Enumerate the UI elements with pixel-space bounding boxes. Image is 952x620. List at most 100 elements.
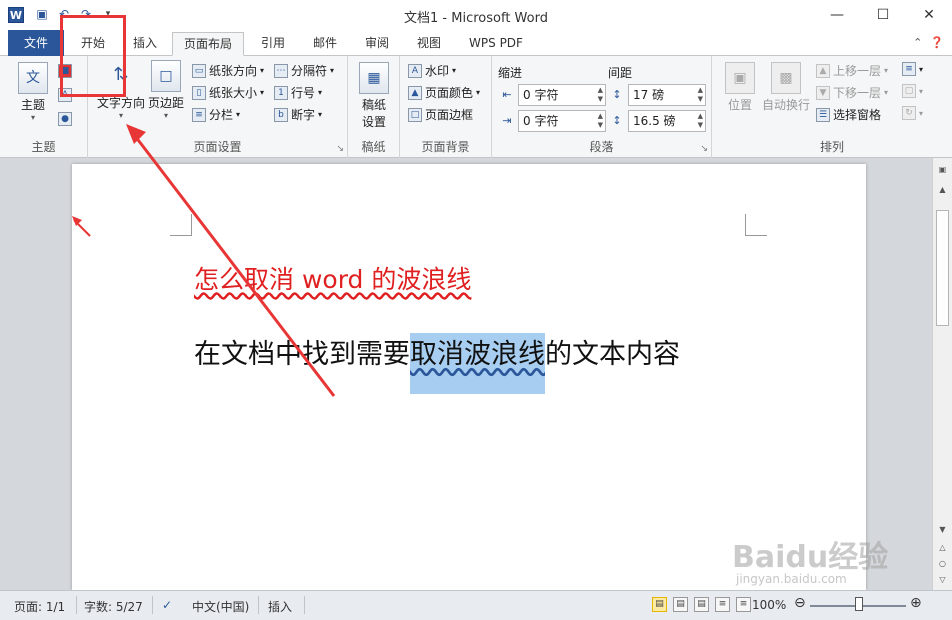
chevron-down-icon: ▾: [919, 64, 924, 74]
spacing-before-spinner[interactable]: 17 磅 ▲ ▼: [628, 84, 706, 106]
ribbon: 文 主题 ▾ ■ A ● 主题 ⇅ 文字方向 ▾ □ 页边距 ▾ ▭ 纸张方向 ▾ …: [0, 56, 952, 158]
vertical-scrollbar[interactable]: ▣ ▲ ▼ △ ○ ▽: [932, 158, 952, 590]
orientation-button[interactable]: ▭ 纸张方向 ▾: [192, 62, 264, 79]
document-paragraph[interactable]: 在文档中找到需要取消波浪线的文本内容: [194, 332, 680, 394]
page-borders-icon: □: [408, 107, 422, 122]
next-page-icon[interactable]: ▽: [936, 574, 949, 586]
indent-left-spinner[interactable]: 0 字符 ▲ ▼: [518, 84, 606, 106]
align-icon: ≡: [902, 62, 916, 76]
columns-button[interactable]: ≡ 分栏 ▾: [192, 106, 240, 123]
scroll-down-icon[interactable]: ▼: [936, 524, 949, 536]
outline-view-icon[interactable]: ≡: [715, 597, 730, 612]
scrollbar-thumb[interactable]: [936, 210, 949, 326]
minimize-icon[interactable]: —: [814, 0, 860, 30]
group-arrange: ▣ 位置 ▩ 自动换行 ▲ 上移一层 ▾ ▼ 下移一层 ▾ ☰ 选择窗格 ≡ ▾ ▢ ▾ ↻ ▾…: [712, 56, 952, 158]
browse-object-icon[interactable]: ○: [936, 558, 949, 570]
web-layout-view-icon[interactable]: ▤: [694, 597, 709, 612]
align-button[interactable]: ≡ ▾: [902, 62, 923, 76]
close-icon[interactable]: ✕: [906, 0, 952, 30]
tab-wps-pdf[interactable]: WPS PDF: [458, 32, 534, 56]
dialog-launcher-icon[interactable]: ↘: [700, 144, 708, 154]
tab-insert[interactable]: 插入: [122, 32, 168, 56]
chevron-down-icon: ▾: [318, 88, 323, 97]
watermark-brand-text: Baidu经验: [732, 540, 889, 575]
chevron-down-icon: ▾: [919, 86, 924, 96]
page-count[interactable]: 页面: 1/1: [14, 598, 65, 615]
group-objects-button[interactable]: ▢ ▾: [902, 84, 923, 98]
scroll-up-icon[interactable]: ▲: [936, 184, 949, 196]
themes-button[interactable]: 文 主题 ▾: [12, 62, 54, 122]
indent-left-icon: ⇤: [502, 88, 512, 101]
rotate-button[interactable]: ↻ ▾: [902, 106, 923, 120]
help-icon[interactable]: ❓: [930, 36, 944, 49]
manuscript-settings-button[interactable]: ▦ 稿纸 设置: [356, 62, 392, 130]
spinner-arrows-icon[interactable]: ▲ ▼: [698, 86, 703, 104]
group-page-background: A 水印 ▾ ▲ 页面颜色 ▾ □ 页面边框 页面背景: [400, 56, 492, 158]
breaks-button[interactable]: ⋯ 分隔符 ▾: [274, 62, 334, 79]
spinner-arrows-icon[interactable]: ▲ ▼: [598, 112, 603, 130]
page-color-button[interactable]: ▲ 页面颜色 ▾: [408, 84, 480, 101]
position-label: 位置: [727, 98, 752, 112]
tab-review[interactable]: 审阅: [354, 32, 400, 56]
zoom-out-icon[interactable]: ⊖: [794, 595, 806, 611]
breaks-icon: ⋯: [274, 63, 288, 78]
bring-forward-button[interactable]: ▲ 上移一层 ▾: [816, 62, 888, 79]
selection-pane-button[interactable]: ☰ 选择窗格: [816, 106, 881, 123]
status-divider: [304, 596, 305, 614]
dialog-launcher-icon[interactable]: ↘: [336, 144, 344, 154]
reading-view-icon[interactable]: ▤: [673, 597, 688, 612]
chevron-down-icon: ▾: [919, 108, 924, 118]
language-indicator[interactable]: 中文(中国): [192, 598, 249, 615]
proofing-icon[interactable]: ✓: [162, 598, 172, 612]
insert-mode[interactable]: 插入: [268, 598, 292, 615]
spinner-arrows-icon[interactable]: ▲ ▼: [698, 112, 703, 130]
send-backward-icon: ▼: [816, 85, 830, 100]
text-direction-icon: ⇅: [113, 64, 129, 85]
send-backward-label: 下移一层: [833, 86, 882, 100]
tab-file[interactable]: 文件: [8, 30, 64, 56]
line-numbers-button[interactable]: 1 行号 ▾: [274, 84, 322, 101]
margins-button[interactable]: □ 页边距 ▾: [146, 60, 186, 120]
chevron-down-icon: ▾: [330, 66, 335, 75]
size-button[interactable]: ▯ 纸张大小 ▾: [192, 84, 264, 101]
watermark-button[interactable]: A 水印 ▾: [408, 62, 456, 79]
hyphenation-button[interactable]: b 断字 ▾: [274, 106, 322, 123]
page-borders-button[interactable]: □ 页面边框: [408, 106, 473, 123]
spinner-arrows-icon[interactable]: ▲ ▼: [598, 86, 603, 104]
tab-mailings[interactable]: 邮件: [302, 32, 348, 56]
send-backward-button[interactable]: ▼ 下移一层 ▾: [816, 84, 888, 101]
zoom-in-icon[interactable]: ⊕: [910, 595, 922, 611]
maximize-icon[interactable]: ☐: [860, 0, 906, 30]
previous-page-icon[interactable]: △: [936, 542, 949, 554]
tab-references[interactable]: 引用: [250, 32, 296, 56]
tab-view[interactable]: 视图: [406, 32, 452, 56]
word-count[interactable]: 字数: 5/27: [84, 598, 143, 615]
ribbon-right-controls: ⌃ ❓: [913, 36, 944, 49]
view-switcher: ▤ ▤ ▤ ≡ ≡: [652, 597, 751, 612]
spacing-after-spinner[interactable]: 16.5 磅 ▲ ▼: [628, 110, 706, 132]
chevron-down-icon: ▾: [476, 88, 481, 97]
zoom-slider-thumb[interactable]: [855, 597, 863, 611]
theme-colors-button[interactable]: ■: [58, 64, 72, 78]
theme-effects-button[interactable]: ●: [58, 112, 72, 126]
indent-right-spinner[interactable]: 0 字符 ▲ ▼: [518, 110, 606, 132]
tab-home[interactable]: 开始: [70, 32, 116, 56]
margin-corner-mark: [745, 214, 767, 236]
document-page[interactable]: 怎么取消 word 的波浪线 在文档中找到需要取消波浪线的文本内容: [72, 164, 866, 590]
text-direction-button[interactable]: ⇅ 文字方向 ▾: [94, 60, 148, 120]
wrap-text-button[interactable]: ▩ 自动换行: [760, 62, 812, 113]
paragraph-text-after: 的文本内容: [545, 339, 680, 370]
collapse-ribbon-icon[interactable]: ⌃: [913, 36, 922, 49]
breaks-label: 分隔符: [291, 64, 328, 78]
zoom-level[interactable]: 100%: [752, 598, 786, 612]
selected-text[interactable]: 取消波浪线: [410, 333, 545, 394]
tab-page-layout[interactable]: 页面布局: [172, 32, 244, 56]
document-heading[interactable]: 怎么取消 word 的波浪线: [194, 260, 471, 296]
print-layout-view-icon[interactable]: ▤: [652, 597, 667, 612]
themes-label: 主题: [20, 98, 45, 112]
theme-fonts-button[interactable]: A: [58, 88, 72, 102]
size-icon: ▯: [192, 85, 206, 100]
ruler-toggle-icon[interactable]: ▣: [936, 164, 949, 176]
draft-view-icon[interactable]: ≡: [736, 597, 751, 612]
position-button[interactable]: ▣ 位置: [722, 62, 758, 113]
